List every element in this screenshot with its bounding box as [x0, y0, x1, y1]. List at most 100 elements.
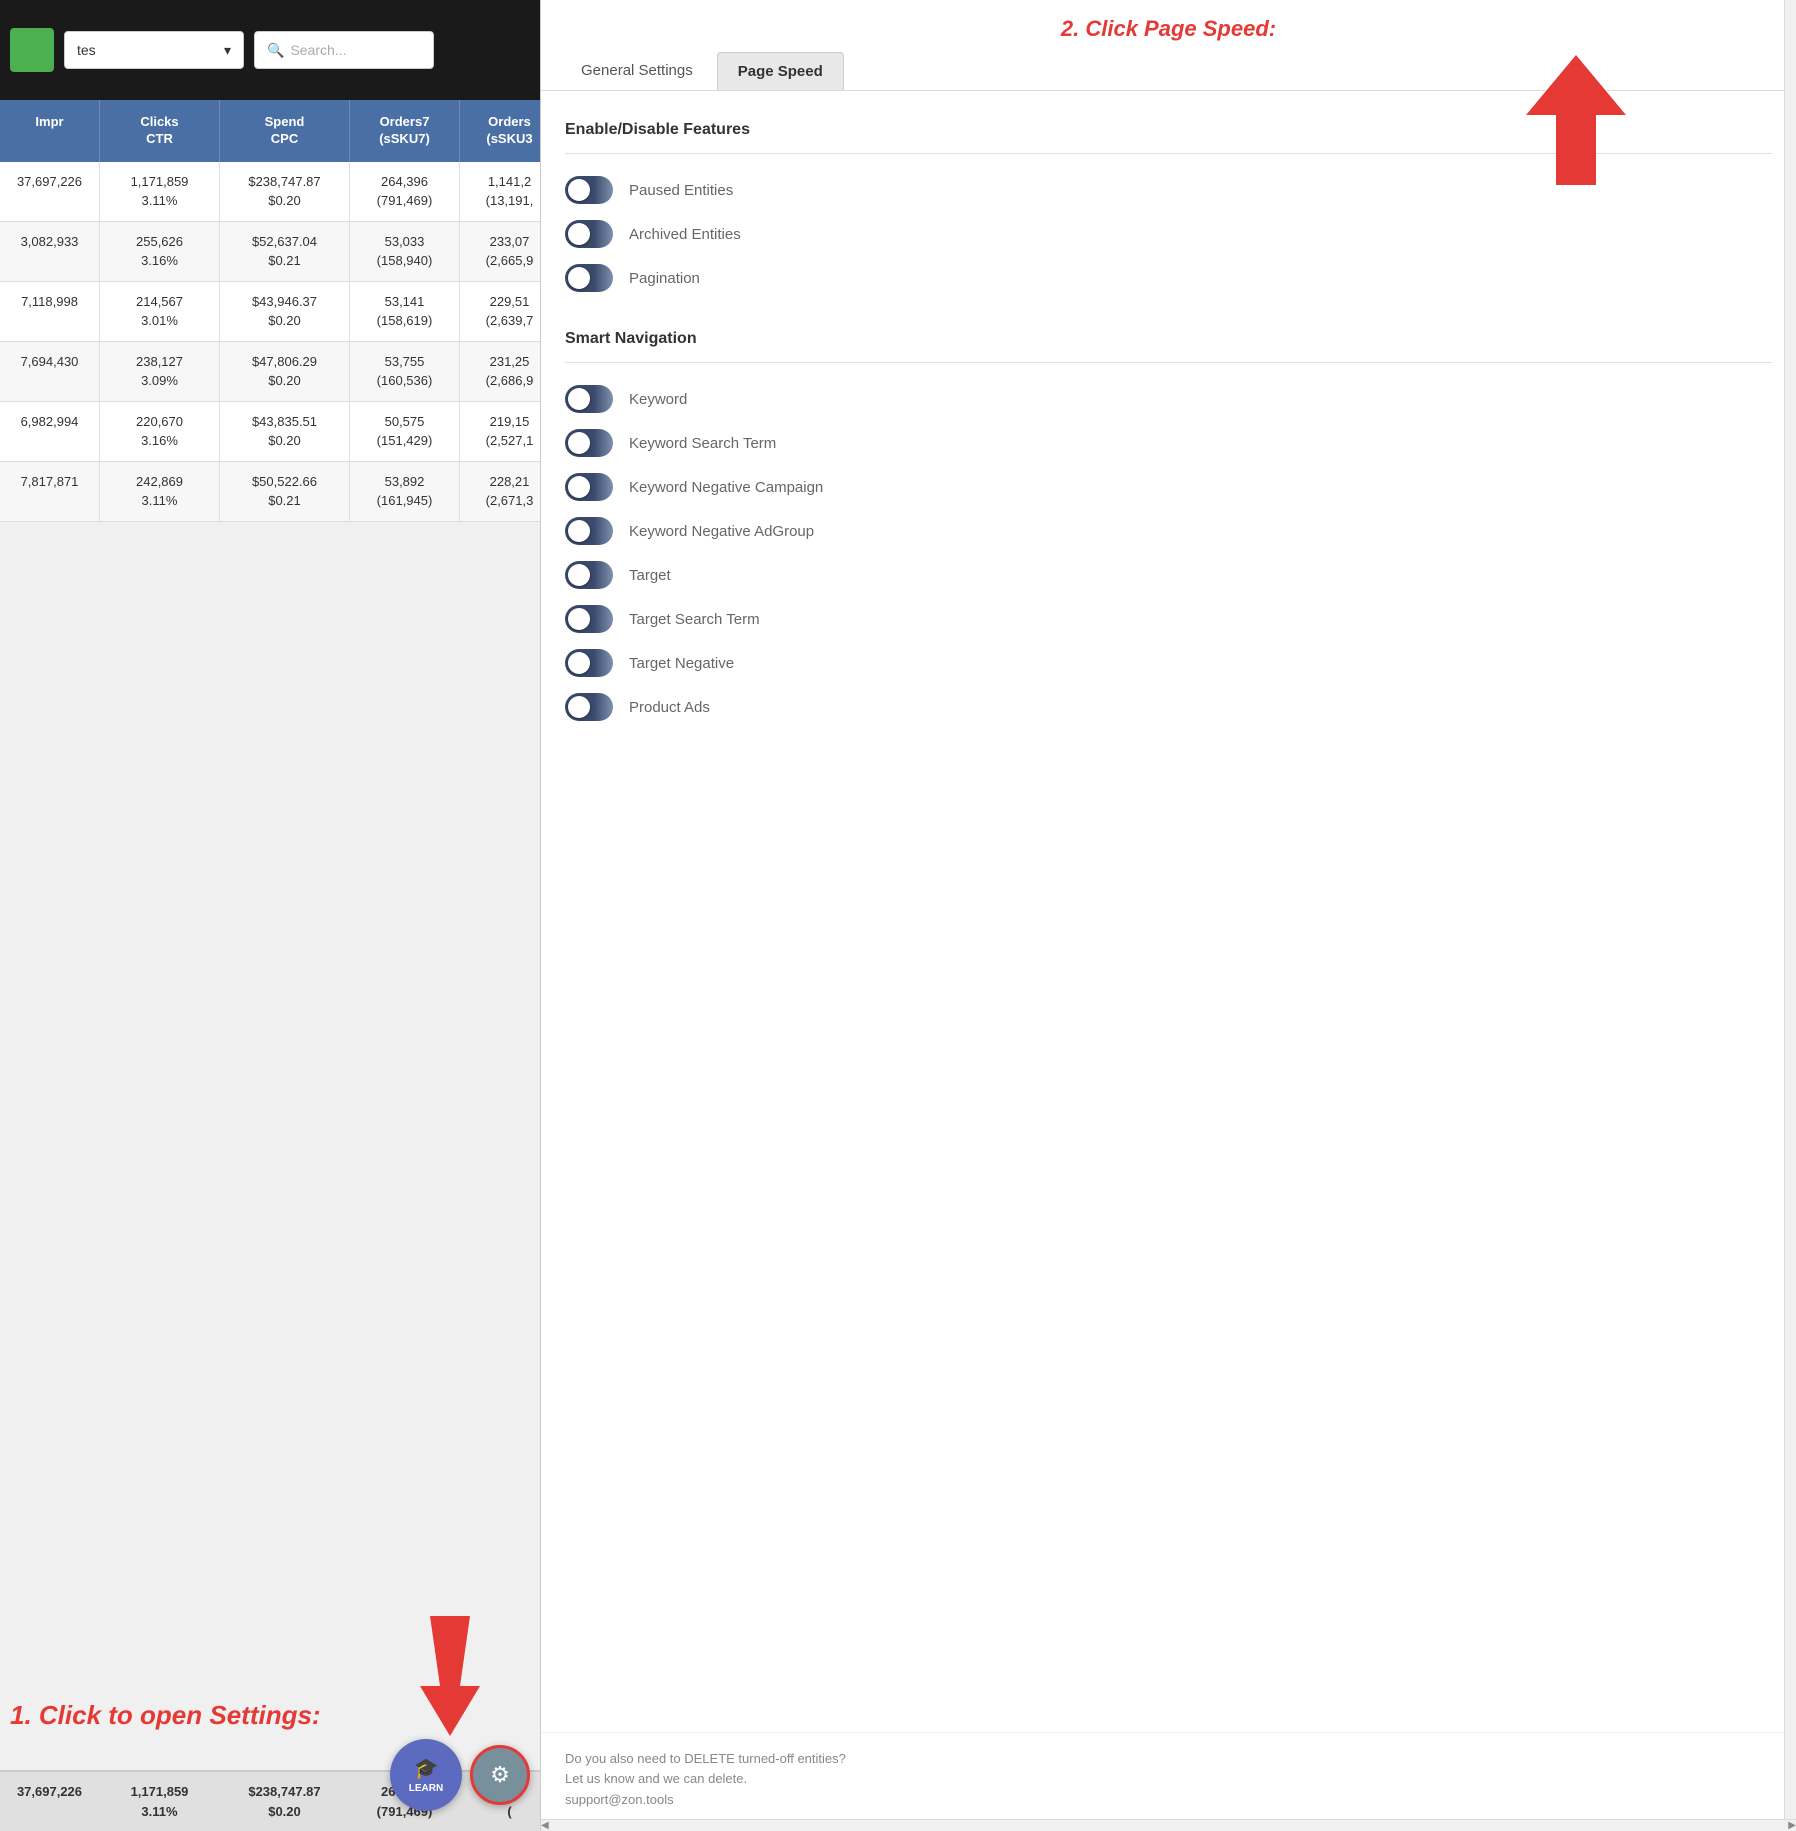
- toggle-track: [565, 220, 613, 248]
- feature-label-keyword: Keyword: [629, 391, 687, 408]
- col-header-spend: SpendCPC: [220, 100, 350, 162]
- toggle-paused[interactable]: [565, 176, 613, 204]
- green-button[interactable]: [10, 28, 54, 72]
- toggle-target-negative[interactable]: [565, 649, 613, 677]
- feature-row-keyword: Keyword: [565, 377, 1772, 421]
- cell: 7,118,998: [0, 282, 100, 341]
- horizontal-scrollbar[interactable]: ◀ ▶: [541, 1819, 1796, 1831]
- table-row: 7,118,998 214,5673.01% $43,946.37$0.20 5…: [0, 282, 540, 342]
- col-header-orders3: Orders(sSKU3: [460, 100, 540, 162]
- search-box[interactable]: 🔍 Search...: [254, 31, 434, 69]
- cell: 220,6703.16%: [100, 402, 220, 461]
- table-row: 3,082,933 255,6263.16% $52,637.04$0.21 5…: [0, 222, 540, 282]
- right-panel: 2. Click Page Speed: General Settings Pa…: [540, 0, 1796, 1831]
- cell: 214,5673.01%: [100, 282, 220, 341]
- cell: 229,51(2,639,7: [460, 282, 540, 341]
- cell: 37,697,226: [0, 162, 100, 221]
- toggle-track: [565, 517, 613, 545]
- table-row: 7,694,430 238,1273.09% $47,806.29$0.20 5…: [0, 342, 540, 402]
- cell: 53,033(158,940): [350, 222, 460, 281]
- graduation-icon: 🎓: [414, 1756, 439, 1781]
- divider: [565, 362, 1772, 363]
- footer-cell: 1,171,8593.11%: [100, 1772, 220, 1831]
- toggle-thumb: [568, 520, 590, 542]
- toggle-thumb: [568, 388, 590, 410]
- toggle-track: [565, 264, 613, 292]
- toggle-keyword[interactable]: [565, 385, 613, 413]
- table-row: 6,982,994 220,6703.16% $43,835.51$0.20 5…: [0, 402, 540, 462]
- toggle-thumb: [568, 223, 590, 245]
- feature-row-pagination: Pagination: [565, 256, 1772, 300]
- toggle-track: [565, 693, 613, 721]
- top-bar: tes ▾ 🔍 Search...: [0, 0, 540, 100]
- cell: $43,946.37$0.20: [220, 282, 350, 341]
- feature-row-keyword-search-term: Keyword Search Term: [565, 421, 1772, 465]
- cell: 264,396(791,469): [350, 162, 460, 221]
- bottom-buttons: 🎓 LEARN ⚙: [390, 1739, 530, 1811]
- arrow-down-indicator: [400, 1616, 500, 1741]
- col-header-impr: Impr: [0, 100, 100, 162]
- cell: 228,21(2,671,3: [460, 462, 540, 521]
- feature-row-archived: Archived Entities: [565, 212, 1772, 256]
- feature-label-archived: Archived Entities: [629, 226, 741, 243]
- search-placeholder: Search...: [290, 42, 346, 58]
- toggle-track: [565, 176, 613, 204]
- toggle-archived[interactable]: [565, 220, 613, 248]
- toggle-thumb: [568, 476, 590, 498]
- feature-label-keyword-neg-adgroup: Keyword Negative AdGroup: [629, 523, 814, 540]
- settings-button[interactable]: ⚙: [470, 1745, 530, 1805]
- learn-label: LEARN: [409, 1783, 443, 1794]
- tab-general-settings[interactable]: General Settings: [561, 52, 713, 90]
- toggle-thumb: [568, 608, 590, 630]
- feature-row-target-search-term: Target Search Term: [565, 597, 1772, 641]
- cell: $43,835.51$0.20: [220, 402, 350, 461]
- feature-label-pagination: Pagination: [629, 270, 700, 287]
- step2-annotation: 2. Click Page Speed:: [541, 0, 1796, 42]
- cell: $52,637.04$0.21: [220, 222, 350, 281]
- feature-label-target-negative: Target Negative: [629, 655, 734, 672]
- scroll-left-icon[interactable]: ◀: [541, 1820, 549, 1831]
- cell: 6,982,994: [0, 402, 100, 461]
- table-row: 7,817,871 242,8693.11% $50,522.66$0.21 5…: [0, 462, 540, 522]
- toggle-thumb: [568, 267, 590, 289]
- col-header-orders7: Orders7(sSKU7): [350, 100, 460, 162]
- feature-label-target: Target: [629, 567, 671, 584]
- cell: 50,575(151,429): [350, 402, 460, 461]
- toggle-keyword-neg-campaign[interactable]: [565, 473, 613, 501]
- toggle-target[interactable]: [565, 561, 613, 589]
- footer-info-text: Do you also need to DELETE turned-off en…: [565, 1749, 1772, 1811]
- toggle-thumb: [568, 564, 590, 586]
- toggle-keyword-search-term[interactable]: [565, 429, 613, 457]
- filter-value: tes: [77, 42, 96, 58]
- toggle-product-ads[interactable]: [565, 693, 613, 721]
- learn-button[interactable]: 🎓 LEARN: [390, 1739, 462, 1811]
- toggle-track: [565, 473, 613, 501]
- scrollbar[interactable]: [1784, 0, 1796, 1831]
- left-panel: tes ▾ 🔍 Search... Impr ClicksCTR SpendCP…: [0, 0, 540, 1831]
- feature-row-target: Target: [565, 553, 1772, 597]
- cell: 238,1273.09%: [100, 342, 220, 401]
- cell: $50,522.66$0.21: [220, 462, 350, 521]
- cell: 1,141,2(13,191,: [460, 162, 540, 221]
- scroll-right-icon[interactable]: ▶: [1788, 1820, 1796, 1831]
- toggle-thumb: [568, 179, 590, 201]
- toggle-track: [565, 649, 613, 677]
- footer-cell: $238,747.87$0.20: [220, 1772, 350, 1831]
- col-header-clicks: ClicksCTR: [100, 100, 220, 162]
- section-title-smart-nav: Smart Navigation: [565, 330, 1772, 348]
- cell: 53,755(160,536): [350, 342, 460, 401]
- filter-dropdown[interactable]: tes ▾: [64, 31, 244, 69]
- support-email: support@zon.tools: [565, 1792, 674, 1807]
- toggle-thumb: [568, 696, 590, 718]
- cell: 231,25(2,686,9: [460, 342, 540, 401]
- table-header: Impr ClicksCTR SpendCPC Orders7(sSKU7) O…: [0, 100, 540, 162]
- toggle-target-search-term[interactable]: [565, 605, 613, 633]
- toggle-keyword-neg-adgroup[interactable]: [565, 517, 613, 545]
- toggle-pagination[interactable]: [565, 264, 613, 292]
- settings-content: Enable/Disable Features Paused Entities …: [541, 91, 1796, 1732]
- table-row: 37,697,226 1,171,8593.11% $238,747.87$0.…: [0, 162, 540, 222]
- gear-icon: ⚙: [490, 1762, 510, 1788]
- cell: 53,892(161,945): [350, 462, 460, 521]
- feature-row-keyword-neg-adgroup: Keyword Negative AdGroup: [565, 509, 1772, 553]
- tab-page-speed[interactable]: Page Speed: [717, 52, 844, 90]
